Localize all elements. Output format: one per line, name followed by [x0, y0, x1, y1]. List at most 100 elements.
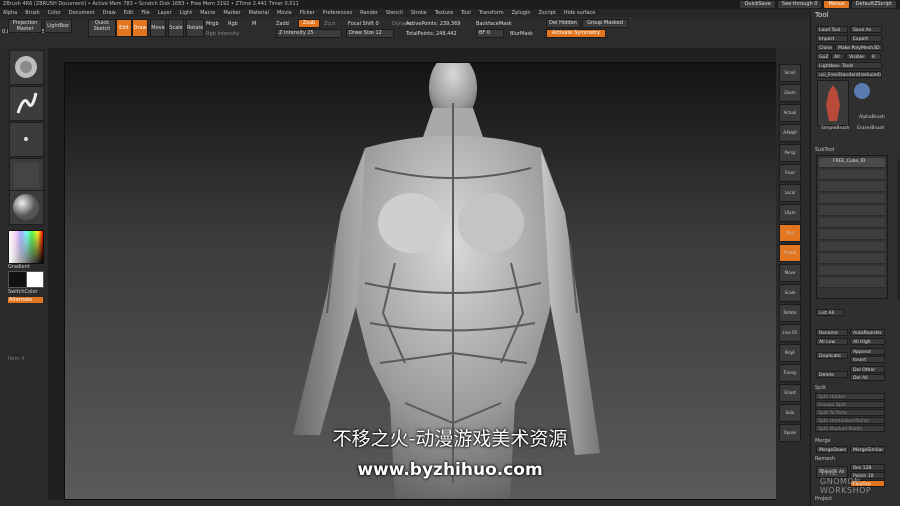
- project-header[interactable]: Project: [815, 496, 832, 502]
- quick-sketch-button[interactable]: Quick Sketch: [88, 19, 116, 37]
- split-option[interactable]: Split Hidden: [815, 393, 885, 400]
- rename-button[interactable]: Rename: [816, 329, 848, 336]
- append-button[interactable]: Append: [850, 348, 885, 355]
- all-high-button[interactable]: All High: [850, 338, 885, 345]
- shelf-button-frame[interactable]: Frame: [779, 244, 801, 262]
- menu-item[interactable]: Picker: [300, 9, 315, 17]
- blur-mask-button[interactable]: BlurMask: [510, 31, 533, 37]
- backface-mask-button[interactable]: BackfaceMask: [476, 21, 512, 27]
- stroke-selector[interactable]: [9, 86, 44, 121]
- texture-selector[interactable]: [9, 158, 44, 193]
- current-tool-thumbnail[interactable]: [817, 80, 849, 126]
- secondary-color-swatch[interactable]: [26, 271, 44, 288]
- shelf-button-move[interactable]: Move: [779, 264, 801, 282]
- rgb-intensity-slider[interactable]: Rgb Intensity: [206, 31, 239, 37]
- subtool-item[interactable]: [819, 230, 885, 240]
- material-selector[interactable]: [9, 190, 44, 225]
- menu-item[interactable]: Hide surface: [564, 9, 595, 17]
- save-as-button[interactable]: Save As: [850, 26, 882, 33]
- menu-item[interactable]: Zplugin: [512, 9, 531, 17]
- default-zscript-button[interactable]: DefaultZScript: [851, 1, 896, 8]
- mrgb-button[interactable]: Mrgb: [206, 21, 219, 27]
- edit-button[interactable]: Edit: [116, 19, 132, 37]
- shelf-button-zoom[interactable]: Zoom: [779, 84, 801, 102]
- tool-header[interactable]: Tool: [815, 11, 829, 19]
- brush-selector[interactable]: [9, 50, 44, 85]
- make-polymesh-button[interactable]: Make PolyMesh3D: [835, 44, 883, 51]
- menu-item[interactable]: Movie: [277, 9, 292, 17]
- menu-item[interactable]: Render: [360, 9, 378, 17]
- menu-item[interactable]: Transform: [479, 9, 504, 17]
- subtool-header[interactable]: SubTool: [815, 147, 834, 153]
- list-all-button[interactable]: List All: [816, 309, 844, 316]
- rgb-button[interactable]: Rgb: [228, 21, 238, 27]
- menu-item[interactable]: Macro: [200, 9, 215, 17]
- subtool-item[interactable]: [819, 278, 885, 288]
- simple-brush-label[interactable]: SimpleBrush: [821, 126, 849, 131]
- menu-item[interactable]: Texture: [435, 9, 453, 17]
- menu-item[interactable]: Layer: [158, 9, 172, 17]
- menu-item[interactable]: Alpha: [3, 9, 17, 17]
- shelf-button-solo[interactable]: Solo: [779, 404, 801, 422]
- shelf-button-ghost[interactable]: Ghost: [779, 384, 801, 402]
- subtool-item[interactable]: FREE_Cube_ID: [819, 158, 885, 168]
- del-all-button[interactable]: Del All: [850, 374, 885, 381]
- shelf-button-floor[interactable]: Floor: [779, 164, 801, 182]
- move-button[interactable]: Move: [150, 19, 166, 37]
- see-through-slider[interactable]: See-through 0: [777, 1, 822, 8]
- alpha-brush-thumb[interactable]: [851, 80, 873, 102]
- projection-master-button[interactable]: Projection Master: [8, 19, 42, 33]
- menu-item[interactable]: Zscript: [539, 9, 556, 17]
- gradient-label[interactable]: Gradient: [8, 264, 30, 270]
- shelf-button-actual[interactable]: Actual: [779, 104, 801, 122]
- menu-item[interactable]: File: [141, 9, 149, 17]
- menu-item[interactable]: Draw: [103, 9, 116, 17]
- shelf-button-rotate[interactable]: Rotate: [779, 304, 801, 322]
- subtool-item[interactable]: [819, 266, 885, 276]
- goz-button[interactable]: GoZ: [816, 53, 830, 60]
- shelf-button-persp[interactable]: Persp: [779, 144, 801, 162]
- clone-button[interactable]: Clone: [816, 44, 834, 51]
- focal-shift-slider[interactable]: Focal Shift 0: [348, 21, 379, 27]
- delete-button[interactable]: Delete: [816, 371, 848, 378]
- split-option[interactable]: Groups Split: [815, 401, 885, 408]
- alpha-selector[interactable]: [9, 122, 44, 157]
- scale-button[interactable]: Scale: [168, 19, 184, 37]
- menus-button[interactable]: Menus: [824, 1, 849, 8]
- menu-item[interactable]: Material: [249, 9, 269, 17]
- import-button[interactable]: Import: [816, 35, 848, 42]
- r-button[interactable]: R: [869, 53, 881, 60]
- menu-item[interactable]: Light: [180, 9, 192, 17]
- shelf-button-lsym[interactable]: LSym: [779, 204, 801, 222]
- subtool-item[interactable]: [819, 218, 885, 228]
- z-intensity-slider[interactable]: Z Intensity 25: [276, 29, 342, 38]
- zcut-button[interactable]: Zcut: [324, 21, 335, 27]
- visible-button[interactable]: Visible: [846, 53, 868, 60]
- group-masked-button[interactable]: Group Masked: [582, 19, 628, 28]
- subtool-item[interactable]: [819, 194, 885, 204]
- split-option[interactable]: Split To Parts: [815, 409, 885, 416]
- draw-size-slider[interactable]: Draw Size 12: [346, 29, 394, 38]
- subtool-item[interactable]: [819, 242, 885, 252]
- insert-button[interactable]: Insert: [850, 356, 885, 363]
- split-option[interactable]: Split Masked Points: [815, 425, 885, 432]
- bf-slider[interactable]: BF 0: [476, 29, 504, 38]
- autoreorder-button[interactable]: AutoReorder: [850, 329, 885, 336]
- alternate-button[interactable]: Alternate: [8, 297, 43, 303]
- main-color-swatch[interactable]: [8, 271, 27, 288]
- zsub-button[interactable]: Zsub: [298, 19, 320, 28]
- activate-symmetry-button[interactable]: Activate Symmetry: [546, 29, 606, 38]
- subtool-item[interactable]: [819, 254, 885, 264]
- menu-item[interactable]: Tool: [461, 9, 471, 17]
- menu-item[interactable]: Stroke: [411, 9, 427, 17]
- menu-item[interactable]: Color: [48, 9, 61, 17]
- shelf-button-transp[interactable]: Transp: [779, 364, 801, 382]
- load-tool-button[interactable]: Load Tool: [816, 26, 848, 33]
- menu-item[interactable]: Edit: [124, 9, 134, 17]
- shelf-button-line-fill[interactable]: Line Fill: [779, 324, 801, 342]
- draw-button[interactable]: Draw: [132, 19, 148, 37]
- menu-item[interactable]: Brush: [25, 9, 39, 17]
- m-button[interactable]: M: [252, 21, 256, 27]
- del-hidden-button[interactable]: Del Hidden: [546, 19, 580, 28]
- subtool-item[interactable]: [819, 182, 885, 192]
